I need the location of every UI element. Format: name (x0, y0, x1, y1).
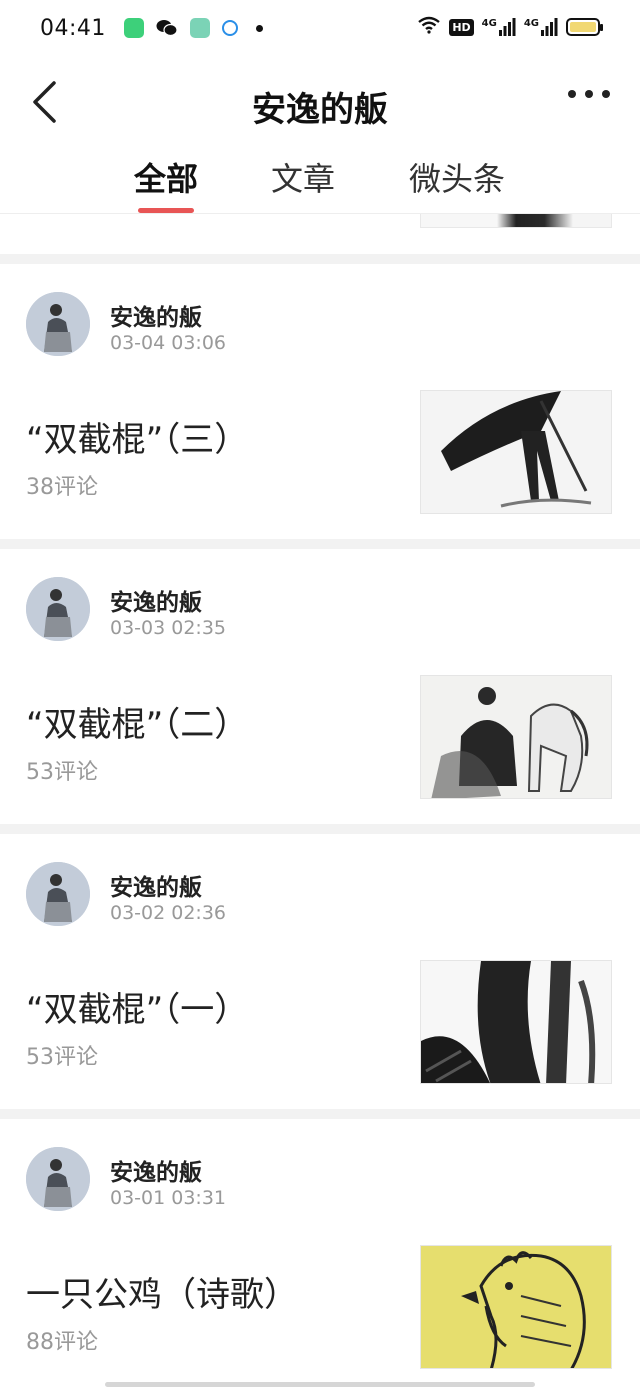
hd-voice-badge: HD (449, 18, 474, 36)
ink-horseman-image[interactable] (420, 675, 612, 799)
divider (0, 824, 640, 834)
comment-count[interactable]: 53评论 (26, 1039, 98, 1071)
list-item[interactable]: 安逸的舨 03-01 03:31 一只公鸡（诗歌） 88评论 (0, 1119, 640, 1387)
status-bar: 04:41 HD 4G 4G (0, 0, 640, 56)
app-notification-icon (123, 18, 144, 38)
post-time: 03-01 03:31 (110, 1187, 227, 1209)
divider (0, 539, 640, 549)
comment-count[interactable]: 53评论 (26, 754, 98, 786)
author-name[interactable]: 安逸的舨 (110, 583, 202, 617)
list-item[interactable]: 安逸的舨 03-03 02:35 “双截棍”（二） 53评论 (0, 549, 640, 824)
cellular-signal-icon: 4G (482, 18, 516, 36)
post-title[interactable]: “双截棍”（二） (26, 697, 248, 746)
feed-list[interactable]: 安逸的舨 03-04 03:06 “双截棍”（三） 38评论 安逸的舨 03-0… (0, 214, 640, 1387)
tab-all[interactable]: 全部 (134, 154, 198, 200)
comment-count[interactable]: 88评论 (26, 1324, 98, 1356)
post-title[interactable]: “双截棍”（三） (26, 412, 248, 461)
list-item[interactable]: 安逸的舨 03-02 02:36 “双截棍”（一） 53评论 (0, 834, 640, 1109)
dot-icon (602, 90, 610, 98)
wifi-icon (417, 16, 441, 38)
article-thumbnail-image (420, 214, 612, 228)
avatar[interactable] (26, 862, 90, 926)
page-title: 安逸的舨 (252, 90, 388, 130)
book-app-icon (189, 18, 210, 38)
more-options-button[interactable] (568, 90, 610, 98)
dot-icon (585, 90, 593, 98)
network-type-2-label: 4G (523, 18, 539, 29)
divider (0, 254, 640, 264)
author-name[interactable]: 安逸的舨 (110, 1153, 202, 1187)
status-time: 04:41 (40, 15, 106, 41)
ink-swordsman-image[interactable] (420, 390, 612, 514)
wechat-icon (156, 19, 178, 37)
cellular-signal-2-icon: 4G (524, 18, 558, 36)
avatar[interactable] (26, 292, 90, 356)
post-title[interactable]: 一只公鸡（诗歌） (26, 1267, 298, 1316)
list-item-partial[interactable] (0, 214, 640, 254)
ink-warrior-image[interactable] (420, 960, 612, 1084)
post-time: 03-03 02:35 (110, 617, 227, 639)
top-nav-bar: 安逸的舨 (0, 56, 640, 146)
post-time: 03-02 02:36 (110, 902, 227, 924)
home-indicator[interactable] (105, 1382, 535, 1387)
author-name[interactable]: 安逸的舨 (110, 298, 202, 332)
rooster-sketch-image[interactable] (420, 1245, 612, 1369)
author-name[interactable]: 安逸的舨 (110, 868, 202, 902)
notification-icons (123, 18, 263, 38)
avatar[interactable] (26, 1147, 90, 1211)
avatar[interactable] (26, 577, 90, 641)
divider (0, 1109, 640, 1119)
more-notifications-dot-icon (255, 24, 263, 32)
post-title[interactable]: “双截棍”（一） (26, 982, 248, 1031)
network-type-label: 4G (481, 18, 497, 29)
battery-icon (566, 18, 603, 36)
list-item[interactable]: 安逸的舨 03-04 03:06 “双截棍”（三） 38评论 (0, 264, 640, 539)
post-time: 03-04 03:06 (110, 332, 227, 354)
system-indicators: HD 4G 4G (417, 16, 603, 38)
comment-count[interactable]: 38评论 (26, 469, 98, 501)
tab-articles[interactable]: 文章 (271, 154, 335, 200)
tab-micro-posts[interactable]: 微头条 (409, 154, 505, 200)
dot-icon (568, 90, 576, 98)
browser-app-icon (221, 20, 238, 36)
content-tabs: 全部 文章 微头条 (0, 146, 640, 214)
active-tab-indicator (138, 208, 194, 213)
